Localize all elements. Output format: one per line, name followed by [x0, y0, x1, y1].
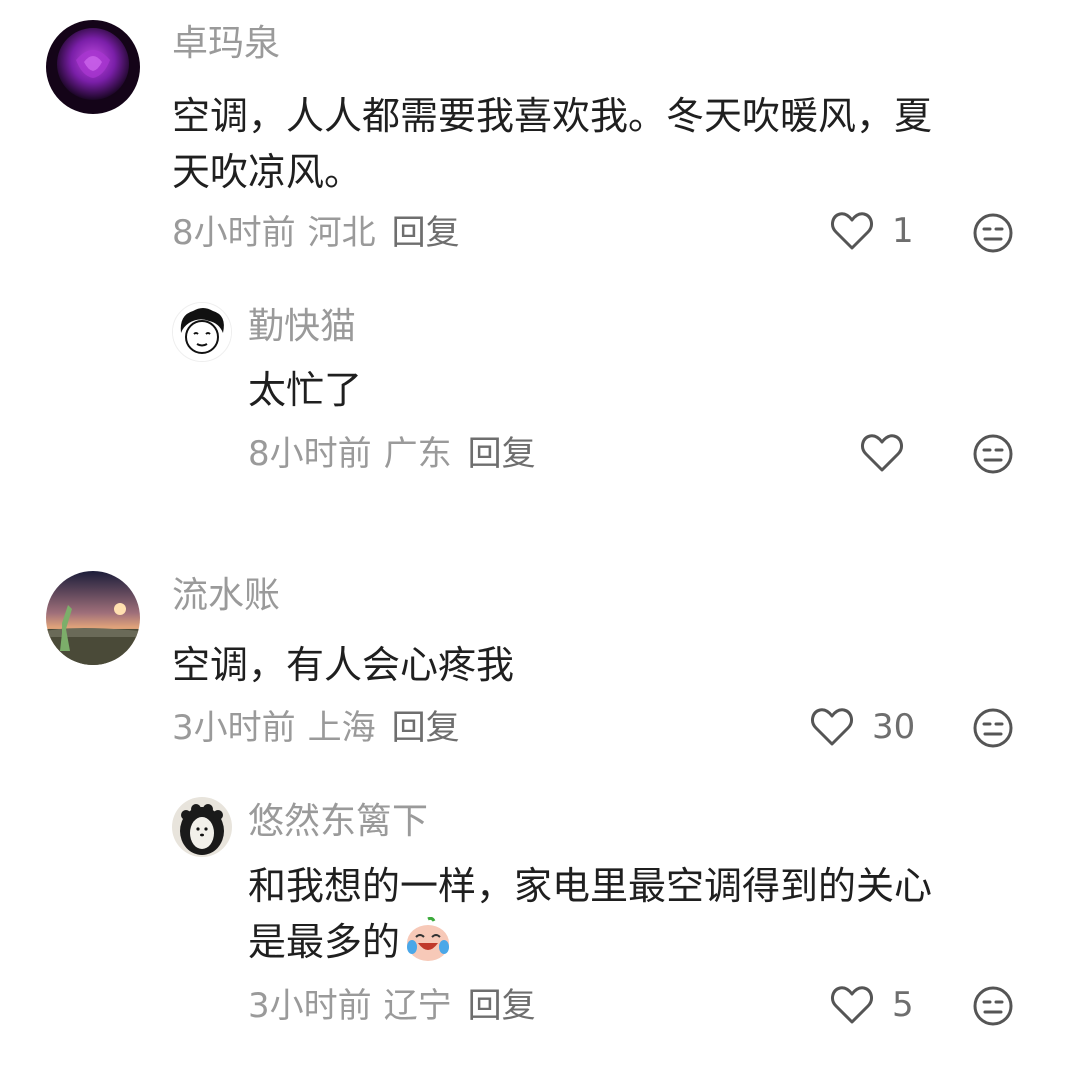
comment-author[interactable]: 流水账: [172, 578, 280, 614]
avatar[interactable]: [46, 20, 140, 114]
comment-text-line: 和我想的一样，家电里最空调得到的关心: [248, 864, 933, 908]
heart-outline-icon: [831, 986, 873, 1024]
reply-button[interactable]: 回复: [468, 986, 536, 1026]
comment-location: 广东: [383, 434, 452, 474]
comment-text: 空调，人人都需要我喜欢我。冬天吹暖风，夏 天吹凉风。: [172, 88, 932, 200]
comment-text: 和我想的一样，家电里最空调得到的关心 是最多的: [248, 858, 932, 978]
neutral-face-icon: [973, 213, 1013, 253]
heart-outline-icon: [861, 434, 903, 472]
heart-outline-icon: [831, 212, 873, 250]
reply-button[interactable]: 回复: [392, 213, 460, 253]
heart-outline-icon: [811, 708, 853, 746]
comment-author[interactable]: 悠然东篱下: [248, 804, 428, 840]
comment-text: 太忙了: [248, 368, 363, 412]
comment-text-fragment: 是最多的: [248, 920, 401, 964]
dislike-button[interactable]: [972, 985, 1014, 1027]
sketch-face-avatar-image: [173, 303, 231, 361]
neutral-face-icon: [973, 434, 1013, 474]
comment-text-line: 是最多的: [248, 914, 932, 978]
neutral-face-icon: [973, 708, 1013, 748]
comment-location: 上海: [307, 708, 376, 748]
comment-text-line: 天吹凉风。: [172, 150, 363, 194]
sunset-landscape-avatar-image: [46, 571, 140, 665]
like-count: 1: [892, 211, 914, 251]
dislike-button[interactable]: [972, 707, 1014, 749]
comment-meta: 3小时前 上海 回复: [172, 711, 472, 745]
reply-button[interactable]: 回复: [392, 708, 460, 748]
comment-time: 8小时前: [248, 434, 372, 474]
comment-location: 辽宁: [383, 986, 452, 1026]
comment-meta: 8小时前 广东 回复: [248, 437, 548, 471]
comment-location: 河北: [307, 213, 376, 253]
purple-rose-avatar-image: [46, 20, 140, 114]
reply-button[interactable]: 回复: [468, 434, 536, 474]
comment-time: 8小时前: [172, 213, 296, 253]
avatar[interactable]: [172, 302, 232, 362]
like-button[interactable]: 5: [830, 984, 914, 1026]
comment-meta: 3小时前 辽宁 回复: [248, 989, 548, 1023]
comment-time: 3小时前: [172, 708, 296, 748]
dislike-button[interactable]: [972, 212, 1014, 254]
like-count: 30: [872, 707, 916, 747]
comment-text-line: 空调，人人都需要我喜欢我。冬天吹暖风，夏: [172, 94, 933, 138]
like-button[interactable]: 1: [830, 210, 914, 252]
comment-author[interactable]: 勤快猫: [248, 309, 356, 345]
crying-laughing-emoji-icon: [404, 916, 452, 978]
curly-hair-dog-avatar-image: [172, 797, 232, 857]
avatar[interactable]: [172, 797, 232, 857]
comment-meta: 8小时前 河北 回复: [172, 216, 472, 250]
comment-text: 空调，有人会心疼我: [172, 643, 515, 687]
comment-author[interactable]: 卓玛泉: [172, 26, 280, 62]
like-count: 5: [892, 985, 914, 1025]
neutral-face-icon: [973, 986, 1013, 1026]
avatar[interactable]: [46, 571, 140, 665]
dislike-button[interactable]: [972, 433, 1014, 475]
like-button[interactable]: 30: [810, 706, 915, 748]
comment-time: 3小时前: [248, 986, 372, 1026]
like-button[interactable]: [860, 432, 922, 474]
